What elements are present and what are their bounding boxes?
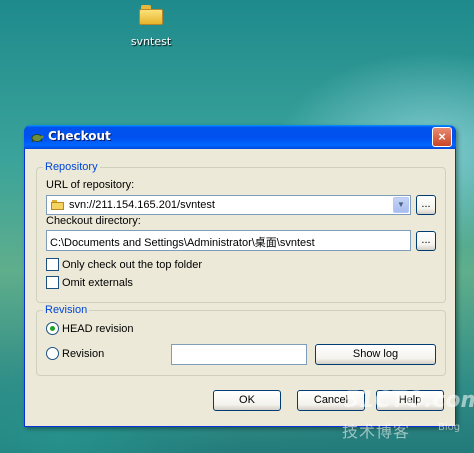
close-icon: × — [438, 129, 446, 144]
watermark-line3: Blog — [438, 422, 461, 433]
desktop-icon-svntest[interactable]: svntest — [126, 3, 176, 48]
browse-dir-label: ... — [421, 234, 431, 246]
show-log-label: Show log — [352, 348, 399, 360]
ok-button[interactable]: OK — [213, 390, 281, 411]
checkout-dir-label: Checkout directory: — [46, 215, 141, 227]
folder-icon — [51, 200, 64, 210]
checkout-dir-input[interactable]: C:\Documents and Settings\Administrator\… — [46, 230, 411, 251]
close-button[interactable]: × — [432, 127, 452, 147]
watermark-line1: 51CTO.com — [344, 388, 474, 413]
browse-dir-button[interactable]: ... — [416, 231, 436, 251]
watermark: 51CTO.com 技术博客 Blog — [338, 388, 474, 444]
chevron-down-icon[interactable]: ▼ — [393, 197, 409, 213]
browse-url-button[interactable]: ... — [416, 195, 436, 215]
omit-externals-label[interactable]: Omit externals — [62, 277, 133, 289]
revision-group: Revision — [36, 304, 446, 376]
repository-group-label: Repository — [43, 161, 100, 173]
url-combobox[interactable]: svn://211.154.165.201/svntest ▼ — [46, 195, 411, 215]
folder-icon — [139, 5, 163, 25]
omit-externals-checkbox[interactable] — [46, 276, 59, 289]
revision-input[interactable] — [171, 344, 307, 365]
only-top-folder-label[interactable]: Only check out the top folder — [62, 259, 202, 271]
ok-label: OK — [239, 394, 255, 406]
url-value: svn://211.154.165.201/svntest — [69, 199, 215, 211]
url-label: URL of repository: — [46, 179, 135, 191]
show-log-button[interactable]: Show log — [315, 344, 436, 365]
only-top-folder-checkbox[interactable] — [46, 258, 59, 271]
head-revision-radio[interactable] — [46, 322, 59, 335]
desktop-icon-label: svntest — [130, 35, 172, 48]
watermark-line2: 技术博客 — [342, 422, 411, 441]
browse-url-label: ... — [421, 198, 431, 210]
title-bar[interactable]: Checkout × — [24, 125, 456, 149]
revision-group-label: Revision — [43, 304, 90, 316]
revision-label[interactable]: Revision — [62, 348, 104, 360]
checkout-dir-value: C:\Documents and Settings\Administrator\… — [50, 237, 315, 249]
checkout-dialog: Checkout × Repository URL of repository:… — [24, 125, 456, 427]
head-revision-label[interactable]: HEAD revision — [62, 323, 134, 335]
revision-radio[interactable] — [46, 347, 59, 360]
tortoise-icon — [31, 134, 44, 143]
dialog-title: Checkout — [48, 129, 111, 143]
